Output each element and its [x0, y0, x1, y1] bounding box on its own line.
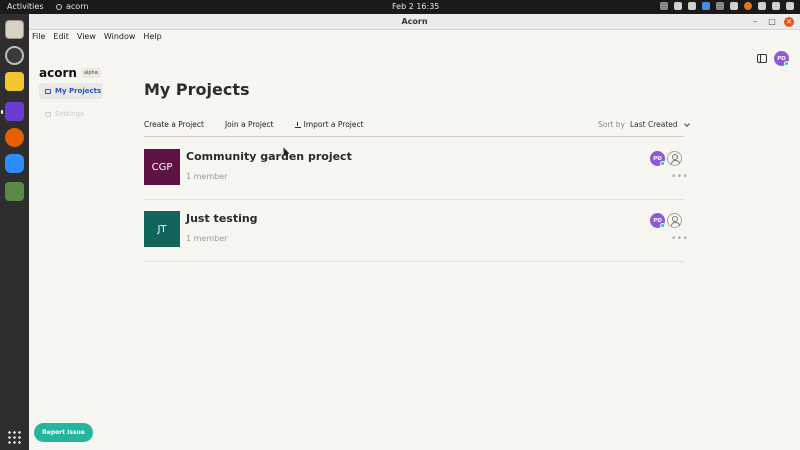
active-app-indicator[interactable]: acorn	[56, 2, 88, 11]
acorn-app-icon[interactable]	[5, 102, 24, 121]
notes-app-icon[interactable]	[5, 72, 24, 91]
battery-icon[interactable]	[786, 2, 794, 10]
invite-member-icon[interactable]	[667, 151, 682, 166]
firefox-app-icon[interactable]	[5, 128, 24, 147]
download-icon	[294, 121, 301, 128]
project-name[interactable]: Community garden project	[186, 150, 352, 163]
report-issue-button[interactable]: Report Issue	[34, 423, 93, 442]
project-name[interactable]: Just testing	[186, 212, 258, 225]
project-tile[interactable]: CGP	[144, 149, 180, 185]
tray-app-icon[interactable]	[660, 2, 668, 10]
menu-view[interactable]: View	[77, 32, 96, 41]
tray-update-icon[interactable]	[744, 2, 752, 10]
close-button[interactable]: ✕	[784, 17, 794, 27]
minimize-button[interactable]: –	[750, 17, 760, 27]
menu-window[interactable]: Window	[104, 32, 136, 41]
menu-bar: File Edit View Window Help	[29, 30, 800, 43]
clock-app-icon[interactable]	[5, 46, 24, 65]
window-titlebar[interactable]: Acorn – □ ✕	[29, 14, 800, 30]
maximize-button[interactable]: □	[767, 17, 777, 27]
wifi-icon[interactable]	[758, 2, 766, 10]
activities-button[interactable]: Activities	[7, 2, 44, 11]
sidebar-item-label: Settings	[55, 110, 84, 118]
active-app-name: acorn	[66, 2, 89, 11]
user-avatar[interactable]: PD	[774, 51, 789, 66]
dock	[0, 14, 29, 450]
logo-text: acorn	[39, 66, 77, 80]
project-member-count: 1 member	[186, 172, 228, 181]
window-title: Acorn	[401, 17, 428, 26]
app-logo: acorn alpha	[39, 66, 101, 80]
import-project-button[interactable]: Import a Project	[294, 120, 364, 129]
create-project-button[interactable]: Create a Project	[144, 120, 204, 129]
import-project-label: Import a Project	[303, 120, 364, 129]
online-status-icon	[660, 223, 665, 228]
page-title: My Projects	[144, 80, 250, 99]
system-clock[interactable]: Feb 2 16:35	[392, 2, 439, 11]
active-app-marker	[1, 110, 3, 114]
member-avatar: PD	[650, 151, 665, 166]
files-app-icon[interactable]	[5, 20, 24, 39]
volume-icon[interactable]	[772, 2, 780, 10]
system-top-bar: Activities acorn Feb 2 16:35	[0, 0, 800, 14]
system-tray[interactable]	[660, 2, 794, 10]
more-options-icon[interactable]: •••	[671, 172, 688, 182]
acorn-window: Acorn – □ ✕ File Edit View Window Help a…	[29, 14, 800, 450]
more-options-icon[interactable]: •••	[671, 234, 688, 244]
window-controls: – □ ✕	[750, 17, 794, 27]
project-tile[interactable]: JT	[144, 211, 180, 247]
zoom-app-icon[interactable]	[5, 154, 24, 173]
tray-chat-icon[interactable]	[674, 2, 682, 10]
menu-file[interactable]: File	[32, 32, 45, 41]
project-row[interactable]: JT Just testing 1 member PD •••	[144, 200, 688, 262]
sort-label: Sort by	[598, 120, 625, 129]
member-avatar: PD	[650, 213, 665, 228]
trash-icon[interactable]	[5, 182, 24, 201]
sidebar-item-settings[interactable]: Settings	[39, 106, 103, 122]
tray-zoom-icon[interactable]	[702, 2, 710, 10]
online-status-icon	[784, 61, 789, 66]
alpha-badge: alpha	[80, 68, 101, 78]
sidebar-toggle-icon[interactable]	[757, 54, 767, 63]
tray-extension-icon[interactable]	[716, 2, 724, 10]
sidebar-item-my-projects[interactable]: My Projects	[39, 83, 103, 99]
join-project-button[interactable]: Join a Project	[225, 120, 274, 129]
invite-member-icon[interactable]	[667, 213, 682, 228]
project-actions: Create a Project Join a Project Import a…	[144, 120, 364, 129]
project-member-count: 1 member	[186, 234, 228, 243]
sort-control[interactable]: Sort by Last Created	[598, 120, 690, 129]
divider	[144, 136, 684, 137]
project-row[interactable]: CGP Community garden project 1 member PD…	[144, 138, 688, 200]
app-icon	[56, 3, 62, 10]
menu-edit[interactable]: Edit	[53, 32, 69, 41]
folder-icon	[45, 88, 51, 94]
online-status-icon	[660, 161, 665, 166]
chevron-down-icon	[683, 120, 690, 127]
settings-icon	[45, 111, 51, 117]
sidebar-item-label: My Projects	[55, 87, 102, 95]
tray-window-icon[interactable]	[688, 2, 696, 10]
tray-clipboard-icon[interactable]	[730, 2, 738, 10]
menu-help[interactable]: Help	[143, 32, 161, 41]
show-applications-icon[interactable]	[7, 430, 22, 445]
sort-value: Last Created	[629, 120, 678, 129]
